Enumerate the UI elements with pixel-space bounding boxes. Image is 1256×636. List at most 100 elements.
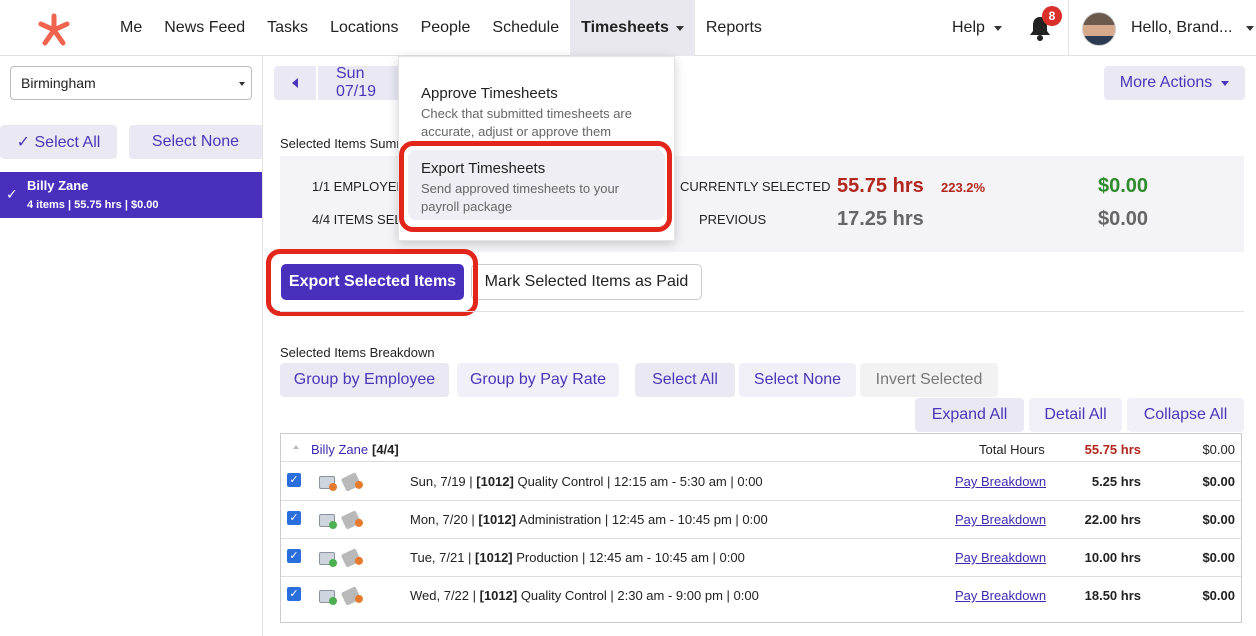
- table-row: ✓ Mon, 7/20 | [1012] Administration | 12…: [281, 501, 1241, 539]
- previous-label: PREVIOUS: [699, 212, 767, 227]
- timesheet-status-icon: [319, 476, 337, 491]
- breakdown-select-all-button[interactable]: Select All: [635, 363, 735, 397]
- nav-me[interactable]: Me: [109, 0, 153, 56]
- current-hours: 55.75 hrs: [837, 175, 924, 197]
- chevron-down-icon: [1221, 80, 1230, 86]
- sidebar-employee-item[interactable]: ✓ Billy Zane 4 items | 55.75 hrs | $0.00: [0, 172, 262, 218]
- chevron-down-icon: [239, 82, 245, 86]
- row-hours: 18.50 hrs: [1084, 588, 1141, 603]
- nav-reports[interactable]: Reports: [695, 0, 773, 56]
- mark-paid-button[interactable]: Mark Selected Items as Paid: [471, 264, 702, 300]
- previous-date-button[interactable]: [274, 66, 316, 100]
- row-code: [1012]: [476, 474, 514, 489]
- row-cost: $0.00: [1202, 512, 1235, 527]
- breakdown-select-none-button[interactable]: Select None: [739, 363, 856, 397]
- row-detail: Production | 12:45 am - 10:45 am | 0:00: [512, 550, 745, 565]
- employee-meta: 4 items | 55.75 hrs | $0.00: [27, 199, 159, 211]
- more-actions-button[interactable]: More Actions: [1104, 66, 1245, 100]
- current-cost: $0.00: [1098, 175, 1149, 197]
- pay-tag-icon: [340, 510, 362, 530]
- total-hours-label: Total Hours: [979, 442, 1045, 457]
- pay-breakdown-link[interactable]: Pay Breakdown: [955, 474, 1046, 489]
- row-detail: Administration | 12:45 am - 10:45 pm | 0…: [516, 512, 768, 527]
- help-menu[interactable]: Help: [952, 0, 1002, 56]
- highlight-ring: [399, 141, 672, 232]
- row-checkbox[interactable]: ✓: [287, 549, 301, 563]
- timesheet-status-icon: [319, 590, 337, 605]
- pay-breakdown-link[interactable]: Pay Breakdown: [955, 550, 1046, 565]
- top-nav-bar: Me News Feed Tasks Locations People Sche…: [0, 0, 1256, 56]
- nav-timesheets-label: Timesheets: [581, 19, 669, 36]
- greeting-label: Hello, Brand...: [1131, 19, 1233, 36]
- main-nav: Me News Feed Tasks Locations People Sche…: [109, 0, 773, 56]
- total-cost-value: $0.00: [1202, 442, 1235, 457]
- nav-tasks[interactable]: Tasks: [256, 0, 319, 56]
- row-hours: 10.00 hrs: [1084, 550, 1141, 565]
- breakdown-label: Selected Items Breakdown: [280, 345, 435, 360]
- location-value: Birmingham: [21, 75, 96, 91]
- previous-hours: 17.25 hrs: [837, 208, 924, 230]
- collapse-all-button[interactable]: Collapse All: [1127, 398, 1244, 432]
- nav-news-feed[interactable]: News Feed: [153, 0, 256, 56]
- pay-breakdown-link[interactable]: Pay Breakdown: [955, 512, 1046, 527]
- row-code: [1012]: [475, 550, 513, 565]
- row-description: Tue, 7/21 | [1012] Production | 12:45 am…: [410, 550, 745, 565]
- row-date: Mon, 7/20 |: [410, 512, 479, 527]
- avatar[interactable]: [1082, 12, 1116, 46]
- timesheet-status-icon: [319, 514, 337, 529]
- menu-item-title: Approve Timesheets: [421, 85, 558, 102]
- chevron-down-icon: [675, 25, 684, 31]
- row-cost: $0.00: [1202, 474, 1235, 489]
- app-logo-icon[interactable]: [34, 10, 74, 50]
- group-by-pay-rate-tab[interactable]: Group by Pay Rate: [457, 363, 619, 397]
- group-by-employee-tab[interactable]: Group by Employee: [280, 363, 449, 397]
- detail-all-button[interactable]: Detail All: [1029, 398, 1122, 432]
- invert-selected-button[interactable]: Invert Selected: [860, 363, 998, 397]
- date-picker[interactable]: Sun 07/19: [318, 65, 402, 100]
- row-description: Wed, 7/22 | [1012] Quality Control | 2:3…: [410, 588, 759, 603]
- row-checkbox[interactable]: ✓: [287, 587, 301, 601]
- timesheet-status-icon: [319, 552, 337, 567]
- highlight-ring: [266, 249, 478, 316]
- menu-item-description: Check that submitted timesheets are accu…: [421, 106, 632, 139]
- sidebar-select-none-button[interactable]: Select None: [129, 125, 262, 159]
- row-cost: $0.00: [1202, 550, 1235, 565]
- row-description: Sun, 7/19 | [1012] Quality Control | 12:…: [410, 474, 763, 489]
- table-row: ✓ Sun, 7/19 | [1012] Quality Control | 1…: [281, 463, 1241, 501]
- previous-cost: $0.00: [1098, 208, 1149, 230]
- more-actions-label: More Actions: [1119, 74, 1213, 91]
- row-checkbox[interactable]: ✓: [287, 511, 301, 525]
- row-date: Tue, 7/21 |: [410, 550, 476, 565]
- check-icon: ✓: [6, 186, 18, 202]
- row-date: Sun, 7/19 |: [410, 474, 477, 489]
- row-hours: 22.00 hrs: [1084, 512, 1141, 527]
- pay-breakdown-link[interactable]: Pay Breakdown: [955, 588, 1046, 603]
- chevron-down-icon: [1246, 25, 1255, 31]
- notification-badge: 8: [1042, 6, 1062, 26]
- row-code: [1012]: [479, 588, 518, 603]
- row-description: Mon, 7/20 | [1012] Administration | 12:4…: [410, 512, 768, 527]
- nav-schedule[interactable]: Schedule: [481, 0, 570, 56]
- pay-tag-icon: [340, 472, 362, 492]
- user-menu[interactable]: Hello, Brand...: [1131, 0, 1255, 56]
- group-count: [4/4]: [372, 442, 399, 457]
- divider: [1068, 0, 1069, 56]
- table-group-header: Billy Zane [4/4] Total Hours 55.75 hrs $…: [281, 434, 1241, 462]
- row-detail: Quality Control | 12:15 am - 5:30 am | 0…: [513, 474, 763, 489]
- row-hours: 5.25 hrs: [1091, 474, 1141, 489]
- row-checkbox[interactable]: ✓: [287, 473, 301, 487]
- sidebar-select-all-button[interactable]: ✓ Select All: [0, 125, 117, 159]
- location-select[interactable]: Birmingham: [10, 66, 252, 100]
- table-row: ✓ Tue, 7/21 | [1012] Production | 12:45 …: [281, 539, 1241, 577]
- collapse-triangle-icon[interactable]: [293, 445, 299, 449]
- row-date: Wed, 7/22 |: [410, 588, 480, 603]
- nav-people[interactable]: People: [410, 0, 482, 56]
- row-cost: $0.00: [1202, 588, 1235, 603]
- help-label: Help: [952, 19, 985, 36]
- menu-item-approve-timesheets[interactable]: Approve Timesheets Check that submitted …: [399, 75, 674, 145]
- nav-timesheets[interactable]: Timesheets: [570, 0, 695, 56]
- expand-all-button[interactable]: Expand All: [915, 398, 1024, 432]
- nav-locations[interactable]: Locations: [319, 0, 410, 56]
- pay-tag-icon: [340, 548, 362, 568]
- group-employee-name[interactable]: Billy Zane: [311, 442, 368, 457]
